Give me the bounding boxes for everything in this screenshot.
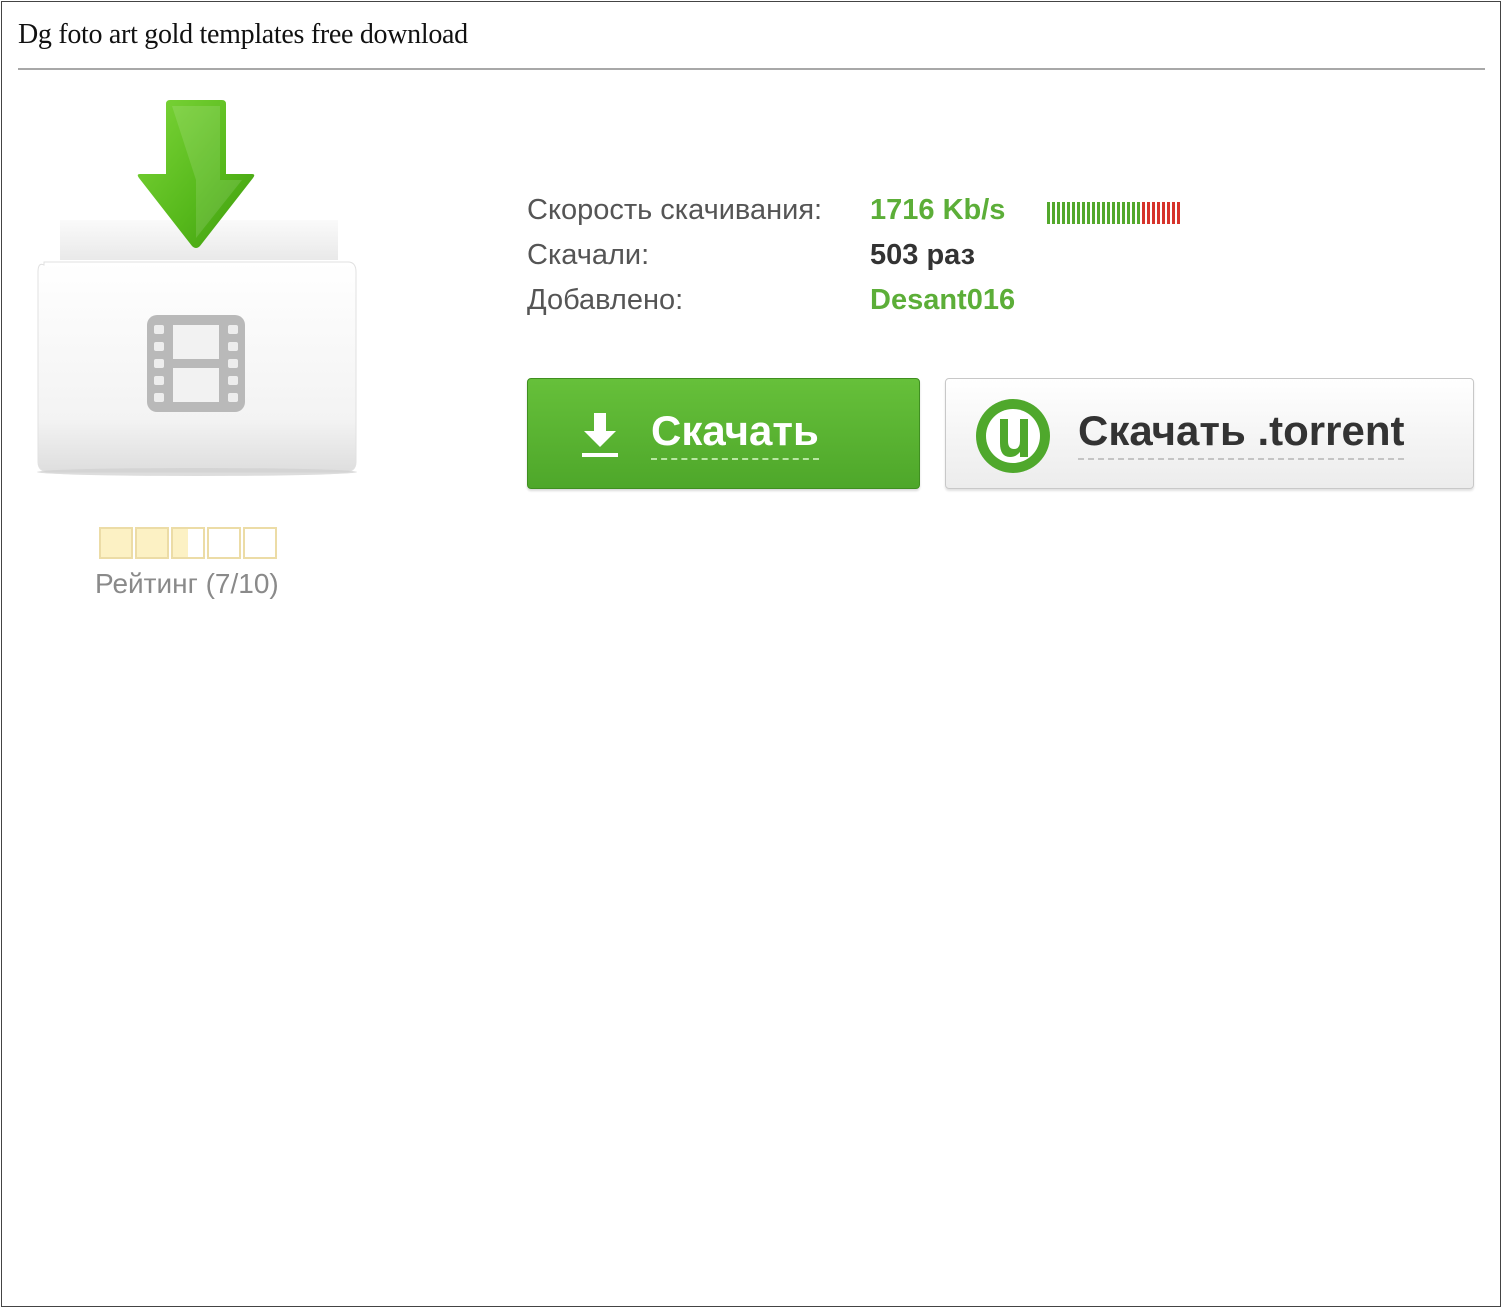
speed-meter-bar bbox=[1067, 202, 1070, 224]
added-label: Добавлено: bbox=[527, 284, 684, 316]
speed-meter-bar bbox=[1132, 202, 1135, 224]
rating-label: Рейтинг (7/10) bbox=[95, 568, 279, 599]
speed-meter-bar bbox=[1162, 202, 1165, 224]
rating-boxes[interactable] bbox=[99, 527, 277, 559]
speed-meter-bar bbox=[1127, 202, 1130, 224]
speed-meter-bar bbox=[1152, 202, 1155, 224]
rating-box[interactable] bbox=[243, 527, 277, 559]
page-title: Dg foto art gold templates free download bbox=[18, 19, 468, 50]
speed-meter-bar bbox=[1102, 202, 1105, 224]
downloads-value: 503 раз bbox=[870, 239, 976, 271]
speed-meter-bar bbox=[1117, 202, 1120, 224]
speed-meter-bar bbox=[1082, 202, 1085, 224]
speed-meter-bar bbox=[1147, 202, 1150, 224]
downloads-label: Скачали: bbox=[527, 239, 650, 271]
speed-meter-bar bbox=[1072, 202, 1075, 224]
speed-meter-bar bbox=[1157, 202, 1160, 224]
download-button[interactable]: Скачать bbox=[527, 378, 920, 489]
speed-meter-bar bbox=[1047, 202, 1050, 224]
speed-meter-bar bbox=[1087, 202, 1090, 224]
speed-meter-bar bbox=[1172, 202, 1175, 224]
speed-meter-bar bbox=[1077, 202, 1080, 224]
download-torrent-button[interactable]: Скачать .torrent bbox=[945, 378, 1474, 489]
download-arrow-icon bbox=[582, 413, 618, 457]
rating-box[interactable] bbox=[135, 527, 169, 559]
speed-meter-bar bbox=[1177, 202, 1180, 224]
speed-meter-bar bbox=[1137, 202, 1140, 224]
speed-value: 1716 Kb/s bbox=[870, 194, 1006, 226]
added-by-link[interactable]: Desant016 bbox=[870, 284, 1015, 317]
speed-meter-bar bbox=[1092, 202, 1095, 224]
speed-meter-bar bbox=[1122, 202, 1125, 224]
speed-meter-bar bbox=[1057, 202, 1060, 224]
utorrent-icon bbox=[976, 399, 1050, 473]
speed-meter-bar bbox=[1052, 202, 1055, 224]
rating-box[interactable] bbox=[171, 527, 205, 559]
speed-label: Скорость скачивания: bbox=[527, 194, 823, 226]
speed-meter-bar bbox=[1107, 202, 1110, 224]
speed-meter-bar bbox=[1062, 202, 1065, 224]
rating-box[interactable] bbox=[99, 527, 133, 559]
download-button-label: Скачать bbox=[651, 406, 819, 460]
speed-meter-bar bbox=[1142, 202, 1145, 224]
speed-meter-bar bbox=[1112, 202, 1115, 224]
rating-box[interactable] bbox=[207, 527, 241, 559]
download-video-folder-icon bbox=[37, 100, 357, 476]
speed-meter-bar bbox=[1097, 202, 1100, 224]
speed-meter-bar bbox=[1167, 202, 1170, 224]
speed-meter bbox=[1047, 202, 1180, 224]
title-divider bbox=[18, 68, 1485, 70]
torrent-button-label: Скачать .torrent bbox=[1078, 406, 1405, 460]
